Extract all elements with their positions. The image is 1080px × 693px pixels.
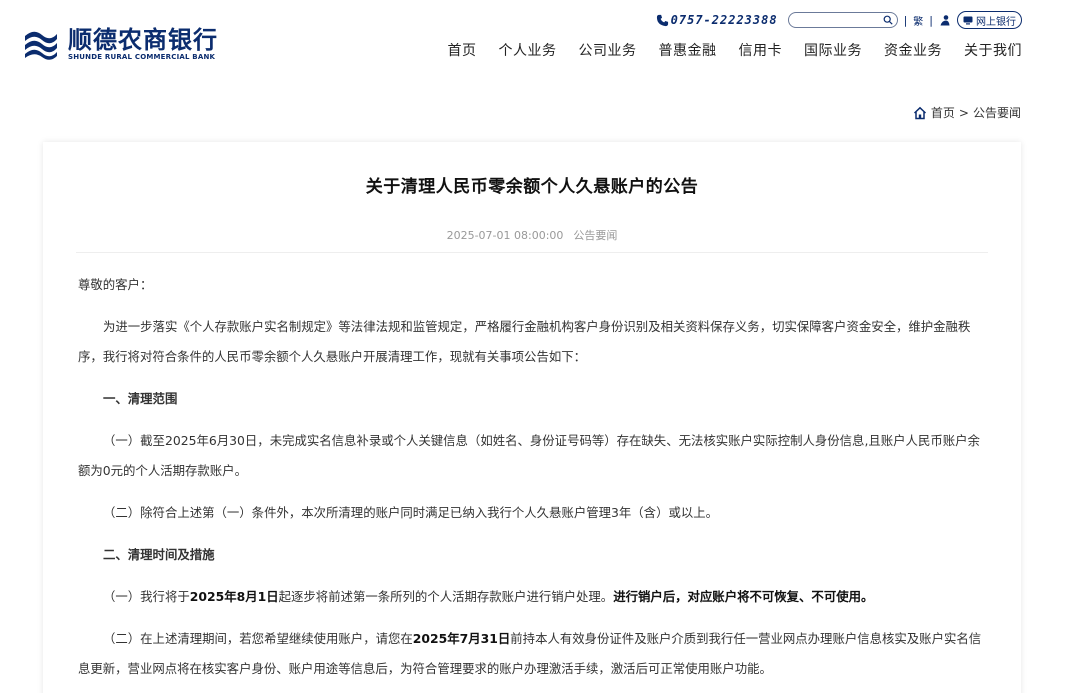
article-meta: 2025-07-01 08:00:00 公告要闻	[43, 227, 1021, 243]
main-nav: 首页 个人业务 公司业务 普惠金融 信用卡 国际业务 资金业务 关于我们	[437, 40, 1023, 62]
text-segment: （一）我行将于	[103, 589, 190, 604]
wave-logo-icon	[25, 31, 57, 60]
monitor-icon	[963, 16, 973, 24]
search-input[interactable]	[787, 12, 898, 28]
article-title: 关于清理人民币零余额个人久悬账户的公告	[365, 177, 699, 197]
breadcrumb-separator: >	[958, 105, 969, 120]
title-divider	[76, 252, 988, 253]
bold-date: 2025年7月31日	[412, 631, 511, 646]
search-icon[interactable]	[883, 15, 893, 25]
scope-paragraph-1: （一）截至2025年6月30日，未完成实名信息补录或个人关键信息（如姓名、身份证…	[78, 433, 980, 478]
breadcrumb: 首页 > 公告要闻	[913, 104, 1021, 121]
hotline-number: 0757-22223388	[670, 13, 778, 27]
nav-item-corporate[interactable]: 公司业务	[568, 40, 648, 62]
bold-warning: 进行销户后，对应账户将不可恢复、不可使用。	[613, 589, 874, 604]
article-date: 2025-07-01 08:00:00	[446, 229, 564, 242]
traditional-chinese-link[interactable]: 繁	[913, 13, 923, 28]
top-utility-bar: 0757-22223388 | 繁 | 网上银行	[656, 10, 1022, 30]
nav-item-inclusive-finance[interactable]: 普惠金融	[648, 40, 728, 62]
intro-paragraph: 为进一步落实《个人存款账户实名制规定》等法律法规和监管规定，严格履行金融机构客户…	[78, 319, 971, 364]
user-icon[interactable]	[939, 14, 951, 26]
bank-logo[interactable]: 顺德农商银行 SHUNDE RURAL COMMERCIAL BANK	[22, 26, 218, 62]
breadcrumb-current[interactable]: 公告要闻	[973, 104, 1021, 121]
nav-item-treasury[interactable]: 资金业务	[873, 40, 953, 62]
online-banking-label: 网上银行	[976, 16, 1016, 28]
nav-item-about-us[interactable]: 关于我们	[953, 40, 1022, 62]
home-icon[interactable]	[913, 106, 927, 120]
breadcrumb-home[interactable]: 首页	[931, 104, 955, 121]
logo-english-name: SHUNDE RURAL COMMERCIAL BANK	[68, 52, 216, 61]
phone-icon	[656, 14, 668, 26]
section-heading-scope: 一、清理范围	[103, 391, 178, 406]
nav-item-home[interactable]: 首页	[437, 40, 488, 62]
bold-date: 2025年8月1日	[189, 589, 279, 604]
online-banking-button[interactable]: 网上银行	[957, 11, 1022, 29]
schedule-paragraph-2: （二）在上述清理期间，若您希望继续使用账户，请您在2025年7月31日前持本人有…	[78, 624, 990, 684]
article-category: 公告要闻	[573, 229, 618, 242]
article-body: 尊敬的客户： 为进一步落实《个人存款账户实名制规定》等法律法规和监管规定，严格履…	[78, 270, 990, 693]
article-card: 关于清理人民币零余额个人久悬账户的公告 2025-07-01 08:00:00 公…	[43, 142, 1021, 693]
separator: |	[903, 13, 908, 27]
hotline: 0757-22223388	[656, 13, 778, 27]
separator: |	[929, 13, 933, 27]
text-segment: （二）在上述清理期间，若您希望继续使用账户，请您在	[103, 631, 413, 646]
text-segment: 起逐步将前述第一条所列的个人活期存款账户进行销户处理。	[278, 589, 614, 604]
section-heading-schedule: 二、清理时间及措施	[103, 547, 215, 562]
site-header: 顺德农商银行 SHUNDE RURAL COMMERCIAL BANK 0757…	[0, 0, 1080, 80]
schedule-paragraph-1: （一）我行将于2025年8月1日起逐步将前述第一条所列的个人活期存款账户进行销户…	[78, 582, 990, 612]
scope-paragraph-2: （二）除符合上述第（一）条件外，本次所清理的账户同时满足已纳入我行个人久悬账户管…	[103, 505, 719, 520]
nav-item-international[interactable]: 国际业务	[793, 40, 873, 62]
nav-item-personal[interactable]: 个人业务	[488, 40, 568, 62]
logo-chinese-name: 顺德农商银行	[68, 25, 218, 54]
nav-item-credit-card[interactable]: 信用卡	[728, 40, 794, 62]
greeting: 尊敬的客户：	[78, 277, 153, 292]
